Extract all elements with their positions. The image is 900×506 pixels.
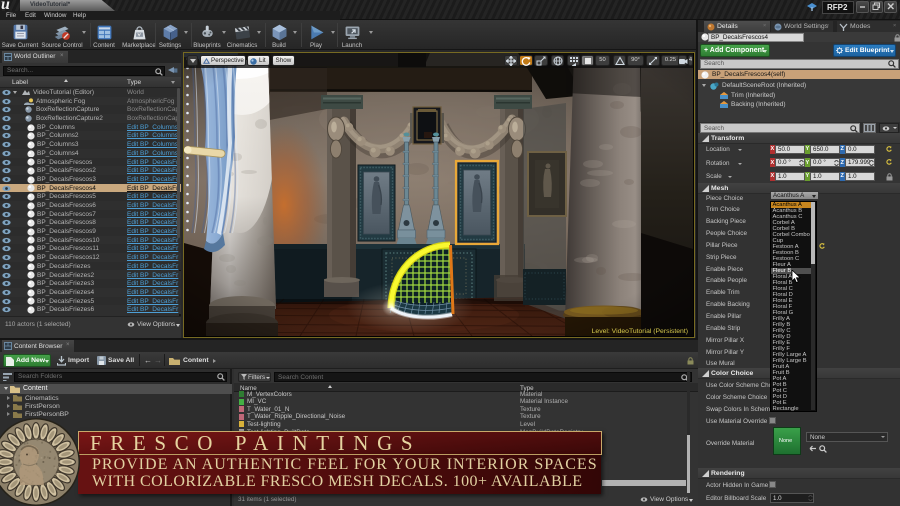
svg-text:Level: VideoTutorial (Persist: Level: VideoTutorial (Persistent) [592,328,688,335]
